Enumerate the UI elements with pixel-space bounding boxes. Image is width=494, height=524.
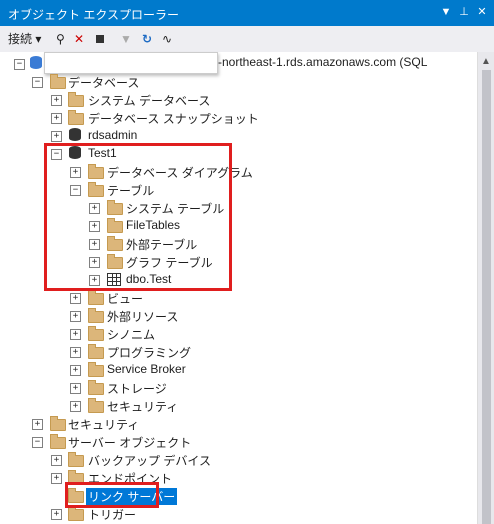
- folder-icon: [88, 380, 104, 395]
- expand-toggle[interactable]: +: [51, 113, 62, 124]
- scrollbar-thumb[interactable]: [482, 70, 491, 524]
- tree-item-external-resources[interactable]: 外部リソース: [107, 308, 178, 325]
- collapse-toggle-databases[interactable]: −: [32, 77, 43, 88]
- tree-item-rdsadmin[interactable]: rdsadmin: [88, 128, 137, 142]
- folder-icon: [50, 416, 66, 431]
- tree-item-programmability[interactable]: プログラミング: [107, 344, 191, 361]
- expand-toggle[interactable]: +: [51, 131, 62, 142]
- toolbar: 接続 ▾ ⚲ ✕ ▼ ↻ ∿: [0, 26, 494, 53]
- tree-item-server-objects[interactable]: サーバー オブジェクト: [68, 434, 191, 451]
- expand-toggle[interactable]: +: [70, 329, 81, 340]
- expand-toggle[interactable]: +: [70, 347, 81, 358]
- folder-icon: [88, 308, 104, 323]
- expand-toggle[interactable]: +: [70, 401, 81, 412]
- tree-item-system-databases[interactable]: システム データベース: [88, 92, 210, 109]
- disconnect-icon[interactable]: ✕: [74, 31, 84, 47]
- filter-icon[interactable]: ▼: [120, 31, 132, 47]
- folder-icon: [68, 92, 84, 107]
- database-icon: [69, 128, 81, 141]
- connect-dropdown-menu[interactable]: [44, 52, 218, 74]
- expand-toggle[interactable]: +: [51, 473, 62, 484]
- connect-label: 接続: [8, 32, 33, 46]
- tree-item-backup-devices[interactable]: バックアップ デバイス: [88, 452, 211, 469]
- folder-icon: [50, 434, 66, 449]
- tree-item-db-security[interactable]: セキュリティ: [107, 398, 178, 415]
- window-title: オブジェクト エクスプローラー: [8, 8, 179, 22]
- dropdown-arrow-icon[interactable]: ▼: [438, 4, 454, 20]
- expand-toggle[interactable]: +: [51, 95, 62, 106]
- expand-toggle[interactable]: +: [70, 365, 81, 376]
- connect-plug-icon[interactable]: ⚲: [56, 31, 65, 47]
- expand-toggle[interactable]: +: [51, 509, 62, 520]
- activity-monitor-icon[interactable]: ∿: [162, 31, 172, 47]
- pin-icon[interactable]: ⊥: [456, 4, 472, 20]
- tree-item-triggers[interactable]: トリガー: [88, 506, 136, 523]
- expand-toggle[interactable]: +: [70, 311, 81, 322]
- expand-toggle[interactable]: +: [70, 383, 81, 394]
- connect-button[interactable]: 接続 ▾: [8, 31, 41, 47]
- expand-toggle[interactable]: +: [70, 293, 81, 304]
- expand-toggle[interactable]: +: [51, 455, 62, 466]
- stop-icon[interactable]: [96, 35, 104, 43]
- tree-item-synonyms[interactable]: シノニム: [107, 326, 155, 343]
- close-icon[interactable]: ✕: [474, 4, 490, 20]
- scroll-up-icon[interactable]: ▲: [481, 56, 491, 67]
- folder-icon: [68, 506, 84, 521]
- tree-item-security[interactable]: セキュリティ: [68, 416, 139, 433]
- highlight-box-test1: [44, 143, 232, 291]
- server-icon: [30, 56, 42, 69]
- expand-toggle[interactable]: +: [32, 419, 43, 430]
- server-name[interactable]: -northeast-1.rds.amazonaws.com (SQL: [218, 55, 427, 69]
- tree-item-databases[interactable]: データベース: [68, 74, 139, 91]
- tree-item-service-broker[interactable]: Service Broker: [107, 362, 186, 376]
- folder-icon: [88, 398, 104, 413]
- tree-item-views[interactable]: ビュー: [107, 290, 143, 307]
- tree-item-db-snapshots[interactable]: データベース スナップショット: [88, 110, 259, 127]
- folder-icon: [50, 74, 66, 89]
- folder-icon: [88, 326, 104, 341]
- refresh-icon[interactable]: ↻: [142, 31, 152, 47]
- folder-icon: [68, 110, 84, 125]
- folder-icon: [68, 452, 84, 467]
- folder-icon: [88, 362, 104, 377]
- title-bar: オブジェクト エクスプローラー ▼ ⊥ ✕: [0, 0, 494, 26]
- tree-item-storage[interactable]: ストレージ: [107, 380, 167, 397]
- collapse-toggle-server[interactable]: −: [14, 59, 25, 70]
- collapse-toggle[interactable]: −: [32, 437, 43, 448]
- folder-icon: [88, 344, 104, 359]
- vertical-scrollbar[interactable]: ▲: [477, 52, 494, 524]
- folder-icon: [88, 290, 104, 305]
- highlight-box-linked-servers: [65, 482, 159, 508]
